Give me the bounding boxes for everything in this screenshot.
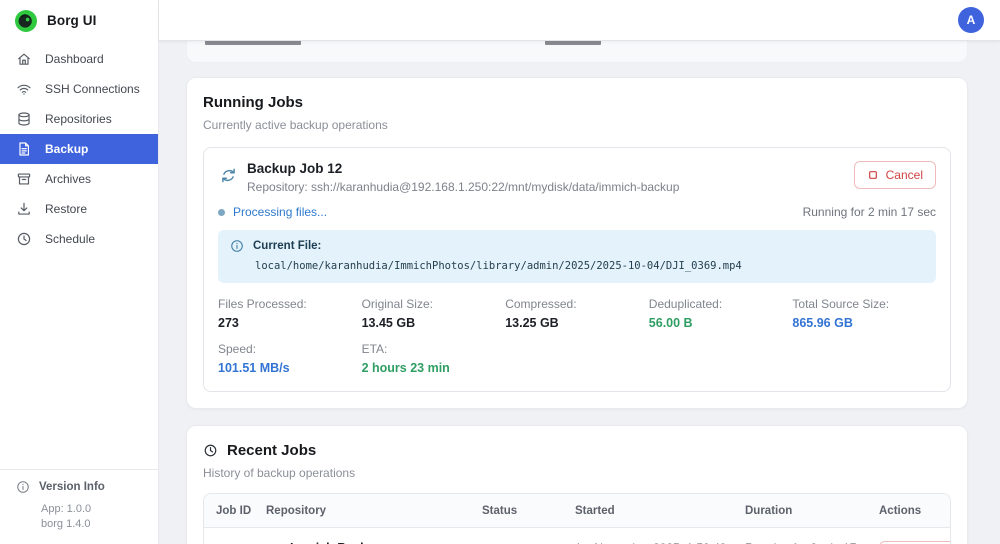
sidebar: Borg UI Dashboard SSH Connections Reposi…: [0, 0, 159, 544]
document-icon: [19, 142, 29, 156]
main-area: A Running Jobs Currently active backup o…: [159, 0, 1000, 544]
sidebar-item-label: Schedule: [45, 232, 96, 246]
version-info: Version Info App: 1.0.0 borg 1.4.0: [0, 469, 158, 544]
sidebar-item-dashboard[interactable]: Dashboard: [0, 44, 158, 74]
job-title: Backup Job 12: [247, 161, 343, 176]
sync-spinner-icon: [222, 168, 235, 183]
stop-icon: [868, 171, 877, 179]
stat-original-size: Original Size: 13.45 GB: [361, 297, 433, 330]
sidebar-item-label: SSH Connections: [45, 82, 140, 96]
job-running-time: Running for 2 min 17 sec: [802, 205, 936, 219]
borg-version: borg 1.4.0: [41, 518, 91, 530]
job-stats-grid: Files Processed: 273 Original Size: 13.4…: [218, 297, 936, 375]
backup-job-card: Backup Job 12 Repository: ssh://karanhud…: [203, 147, 951, 392]
sidebar-item-label: Archives: [45, 172, 92, 186]
archive-icon: [17, 173, 31, 185]
stat-total-source-size: Total Source Size: 865.96 GB: [792, 297, 890, 330]
home-icon: [18, 53, 30, 65]
sidebar-item-label: Restore: [45, 202, 88, 216]
clock-icon: [17, 232, 31, 246]
stat-deduplicated: Deduplicated: 56.00 B: [648, 297, 723, 330]
sidebar-item-label: Repositories: [45, 112, 112, 126]
wifi-icon: [17, 84, 31, 95]
sidebar-item-ssh-connections[interactable]: SSH Connections: [0, 74, 158, 104]
col-header-started: Started: [575, 504, 615, 517]
sidebar-item-backup[interactable]: Backup: [0, 134, 158, 164]
content-scroll-area: Running Jobs Currently active backup ope…: [159, 41, 1000, 544]
clock-icon: [204, 444, 217, 457]
stat-speed: Speed: 101.51 MB/s: [218, 342, 290, 375]
sidebar-item-label: Backup: [45, 142, 89, 156]
clipped-text-fragment: [205, 41, 301, 45]
stat-eta: ETA: 2 hours 23 min: [361, 342, 450, 375]
database-icon: [18, 112, 30, 126]
running-jobs-title: Running Jobs: [203, 94, 303, 111]
recent-jobs-subtitle: History of backup operations: [203, 466, 356, 480]
app-title: Borg UI: [47, 13, 97, 28]
status-dot-icon: [218, 208, 225, 216]
started-time: 1st November 2025, 1:59:49 PM: [563, 541, 733, 544]
table-header-row: Job ID Repository Status Started Duratio…: [204, 494, 950, 528]
app-version: App: 1.0.0: [41, 503, 92, 515]
job-status-text: Processing files...: [218, 205, 327, 219]
col-header-actions: Actions: [879, 504, 922, 517]
sidebar-nav: Dashboard SSH Connections Repositories B…: [0, 41, 158, 254]
sidebar-item-schedule[interactable]: Schedule: [0, 224, 158, 254]
col-header-duration: Duration: [745, 504, 793, 517]
recent-jobs-table: Job ID Repository Status Started Duratio…: [203, 493, 951, 544]
info-icon: [231, 240, 243, 252]
col-header-job-id: Job ID: [216, 504, 252, 517]
info-icon: [17, 481, 29, 493]
job-repository: Repository: ssh://karanhudia@192.168.1.2…: [247, 180, 680, 194]
top-bar: A: [159, 0, 1000, 41]
partial-scrolled-card: [186, 41, 968, 63]
current-file-info-box: Current File: local/home/karanhudia/Immi…: [218, 230, 936, 283]
cancel-row-button[interactable]: Cancel: [879, 540, 950, 544]
clipped-text-fragment: [545, 41, 601, 45]
borg-logo-icon: [15, 9, 37, 32]
col-header-status: Status: [482, 504, 518, 517]
sidebar-item-restore[interactable]: Restore: [0, 194, 158, 224]
sidebar-item-label: Dashboard: [45, 52, 104, 66]
recent-jobs-card: Recent Jobs History of backup operations…: [186, 425, 968, 544]
sidebar-item-archives[interactable]: Archives: [0, 164, 158, 194]
current-file-label: Current File:: [253, 240, 322, 252]
app-root: Borg UI Dashboard SSH Connections Reposi…: [0, 0, 1000, 544]
version-info-title: Version Info: [39, 481, 105, 493]
running-jobs-card: Running Jobs Currently active backup ope…: [186, 77, 968, 409]
running-jobs-subtitle: Currently active backup operations: [203, 118, 388, 132]
recent-jobs-title: Recent Jobs: [227, 442, 317, 459]
current-file-path: local/home/karanhudia/ImmichPhotos/libra…: [255, 260, 742, 272]
stat-compressed: Compressed: 13.25 GB: [505, 297, 577, 330]
job-duration: Running for 2 min 17 sec: [733, 541, 867, 544]
col-header-repository: Repository: [266, 504, 327, 517]
table-row[interactable]: #12 Immich Backup ssh://karanhudia@192.1…: [204, 528, 950, 544]
app-logo: Borg UI: [0, 0, 158, 41]
cancel-job-button[interactable]: Cancel: [853, 161, 936, 189]
sidebar-item-repositories[interactable]: Repositories: [0, 104, 158, 134]
user-avatar[interactable]: A: [958, 7, 984, 33]
stat-files-processed: Files Processed: 273: [218, 297, 307, 330]
download-icon: [18, 202, 30, 215]
repo-name: Immich Backup: [290, 541, 502, 544]
